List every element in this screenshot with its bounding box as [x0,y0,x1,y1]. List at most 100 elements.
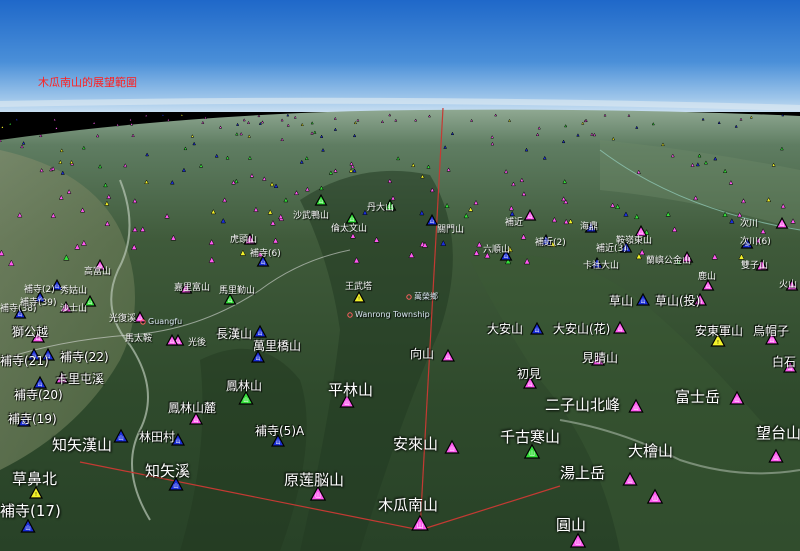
peak-label: 虎頭山 [230,235,258,245]
peak-label: 長漢山 [216,327,253,341]
svg-text:山: 山 [627,477,633,485]
svg-text:山: 山 [773,454,779,462]
peak-label: 補近 [505,218,524,228]
distant-peak-marker [8,122,12,126]
peak-label: 圓山 [556,516,587,534]
peak-label: 草山 [609,294,634,308]
peak-label: 火山 [779,280,798,290]
peak-label: 補寺(21) [0,354,49,368]
distant-peak-marker [144,113,148,117]
svg-text:山: 山 [118,434,124,442]
peak-label: 初見 [517,367,542,381]
peak-label: 馬太鞍 [125,334,153,344]
peak-label: 富士岳 [675,388,721,406]
svg-text:山: 山 [88,299,93,306]
distant-peak-marker [15,117,19,121]
peak-label: 鳳林山 [226,379,263,393]
svg-text:山: 山 [575,539,581,547]
peak-label: 馬里勤山 [219,286,256,296]
svg-text:山: 山 [261,259,266,266]
peak-label: 草鼻北 [12,470,58,488]
svg-text:山: 山 [243,396,249,404]
svg-text:山: 山 [445,354,450,361]
svg-text:山: 山 [275,439,280,446]
peak-label: 沙武鴨山 [293,211,330,221]
peak-label: 關門山 [437,225,465,235]
svg-text:山: 山 [175,438,180,445]
svg-text:山: 山 [255,355,260,362]
peak-label: 補寺(22) [60,350,109,364]
distant-peak-marker [180,113,184,117]
peak-label: 補寺(17) [0,502,61,520]
peak-label: 獅公越 [12,325,49,339]
svg-text:山: 山 [37,381,42,388]
distant-peak-marker [130,122,134,126]
peak-label: 光後 [188,338,207,348]
distant-peak-marker [54,126,59,130]
peak-label: 湯上岳 [560,464,606,482]
peak-label: 千古寒山 [500,428,561,446]
peak-label: 王武塔 [345,282,373,292]
map-view[interactable]: 山山山山山山山山山山山山山山山山山山山山山山山山! 山山山山山山山! 山山山山山山山… [0,0,800,551]
peak-label: 見晴山 [582,351,619,365]
peak-label: 原莲脳山 [284,471,345,489]
svg-text:山: 山 [417,520,424,529]
peak-label: 木瓜南山 [378,496,439,514]
peak-label: 補近(2) [535,238,566,248]
peak-label: 次川(6) [740,237,771,247]
svg-text:山: 山 [527,381,532,388]
peak-label: 倫太文山 [331,224,368,234]
peak-label: 補寺(19) [8,412,57,426]
peak-label: 大安山(花) [553,322,611,336]
town-label: Guangfu [148,317,183,326]
peak-label: 六順山 [483,245,511,255]
svg-text:山: 山 [449,445,455,453]
peak-label: 補寺(20) [14,388,63,402]
peak-label: 向山 [410,347,435,361]
peak-label: 大檜山 [628,442,674,460]
peak-label: 大安山 [487,322,524,336]
peak-label: 秀姑山 [60,286,88,296]
peak-label: 卡里屯溪 [56,372,105,386]
peak-label: 海鼎 [580,222,599,232]
peak-label: 鹿山 [698,272,717,282]
peak-label: 高富山 [84,267,112,277]
svg-text:山: 山 [769,337,774,344]
svg-text:山: 山 [640,298,645,305]
distant-peak-marker [53,117,57,121]
peak-label: 知矢溪 [145,462,191,480]
peak-label: 補寺(2) [24,285,55,295]
svg-text:山: 山 [55,283,60,290]
distant-peak-marker [257,114,261,118]
peak-label: 草山(投) [655,294,701,308]
distant-peak-marker [781,113,785,117]
distant-peak-marker [116,123,120,127]
town-label: 萬榮鄉 [414,292,438,301]
svg-text:山: 山 [25,524,31,532]
peak-label: 雙子山 [741,261,769,271]
distant-peak-marker [203,115,207,119]
svg-text:山: 山 [350,216,355,223]
peak-label: 鞍嶺東山 [616,236,653,246]
peak-label: 丹大山 [367,203,395,213]
svg-text:山: 山 [138,315,143,322]
svg-text:山: 山 [257,330,262,337]
peak-label: 沙士山 [60,304,88,314]
town-label: Wanrong Township [355,310,430,319]
peak-label: 補寺(5)A [255,424,305,438]
svg-text:山: 山 [315,492,321,500]
distant-peak-marker [0,125,4,129]
peak-label: 鳳林山麓 [168,401,217,415]
svg-text:山: 山 [734,396,740,404]
svg-text:!: ! [717,340,719,346]
svg-text:!: ! [35,492,37,498]
svg-text:山: 山 [173,482,179,490]
peak-label: 萬里橋山 [253,339,302,353]
distant-peak-marker [128,117,133,122]
peak-label: 烏帽子 [753,324,790,338]
peak-label: 蘭嶼公金山 [646,256,692,266]
peak-label: 卡社大山 [583,261,620,271]
svg-text:山: 山 [652,495,658,503]
peak-label: 望台山 [756,424,800,442]
svg-text:山: 山 [529,450,535,458]
